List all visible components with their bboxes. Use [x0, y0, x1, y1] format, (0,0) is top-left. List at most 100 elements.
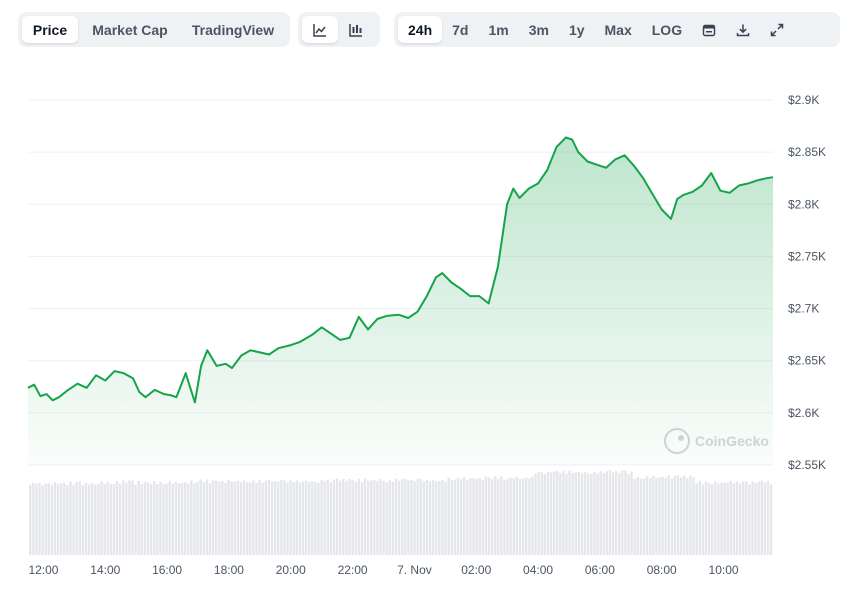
volume-bar	[140, 484, 143, 555]
volume-bar	[500, 476, 503, 555]
volume-bar	[311, 481, 314, 555]
volume-bar	[481, 480, 484, 555]
volume-bar	[97, 483, 100, 555]
volume-bar	[763, 482, 767, 555]
volume-bar	[571, 473, 574, 555]
volume-bar	[385, 482, 388, 555]
volume-bar	[168, 480, 171, 555]
volume-bar	[664, 477, 667, 555]
volume-bar	[242, 480, 246, 555]
volume-bar	[484, 476, 488, 555]
volume-bar	[32, 482, 35, 555]
volume-bar	[509, 478, 512, 555]
x-tick-label: 16:00	[152, 563, 182, 577]
volume-bar	[608, 470, 612, 555]
volume-bar	[574, 472, 577, 555]
volume-bar	[131, 480, 134, 555]
volume-bar	[156, 484, 159, 555]
volume-bar	[497, 479, 500, 555]
volume-bar	[153, 481, 156, 555]
volume-bar	[56, 483, 60, 555]
volume-bar	[261, 482, 264, 555]
volume-bar	[494, 476, 497, 555]
volume-bar	[211, 480, 215, 555]
volume-bar	[450, 479, 453, 555]
volume-bar	[60, 483, 63, 555]
x-tick-label: 14:00	[90, 563, 120, 577]
volume-bar	[354, 481, 357, 555]
volume-bar	[704, 481, 708, 555]
volume-bar	[348, 478, 351, 555]
volume-bar	[38, 482, 41, 555]
volume-bar	[267, 479, 271, 555]
volume-bar	[732, 483, 736, 555]
volume-bar	[264, 480, 267, 555]
volume-bar	[199, 479, 202, 555]
volume-bar	[205, 479, 209, 555]
volume-bar	[487, 477, 491, 555]
y-tick-label: $2.55K	[788, 458, 826, 472]
volume-bar	[720, 482, 723, 555]
volume-bar	[50, 485, 54, 555]
volume-bar	[100, 481, 103, 555]
volume-bar	[559, 473, 562, 555]
volume-bar	[202, 481, 205, 555]
volume-bar	[304, 480, 308, 555]
volume-bar	[456, 478, 460, 555]
volume-bar	[159, 482, 162, 555]
volume-bar	[128, 480, 131, 555]
volume-bar	[655, 478, 658, 555]
watermark-text: CoinGecko	[695, 433, 769, 449]
volume-bar	[94, 484, 97, 555]
volume-bar	[326, 479, 329, 555]
volume-bar	[707, 483, 711, 555]
volume-bar	[745, 481, 748, 555]
volume-bar	[453, 479, 457, 555]
volume-bar	[162, 484, 165, 555]
volume-bar	[577, 472, 581, 555]
y-tick-label: $2.75K	[788, 249, 826, 263]
volume-bar	[441, 480, 444, 555]
volume-bar	[165, 483, 168, 555]
volume-bar	[540, 471, 543, 555]
volume-bar	[41, 485, 44, 555]
volume-bar	[112, 483, 116, 555]
y-tick-label: $2.6K	[788, 406, 819, 420]
volume-bar	[376, 481, 379, 555]
volume-bar	[624, 470, 627, 555]
volume-bar	[593, 471, 596, 555]
volume-bar	[521, 478, 525, 555]
volume-bar	[769, 484, 773, 555]
volume-bar	[236, 480, 240, 555]
volume-bar	[208, 483, 212, 555]
volume-bar	[645, 476, 649, 555]
volume-bar	[246, 481, 249, 555]
volume-bar	[53, 482, 57, 555]
volume-bar	[373, 479, 376, 555]
volume-bar	[618, 473, 621, 555]
volume-bar	[428, 481, 432, 555]
volume-bar	[174, 481, 178, 555]
volume-bar	[692, 477, 695, 555]
volume-bar	[391, 481, 395, 555]
volume-bar	[698, 481, 701, 555]
volume-bar	[84, 483, 88, 555]
x-axis-labels: 12:00 14:00 16:00 18:00 20:00 22:00 7. Nov 02:0…	[28, 563, 738, 577]
volume-bar	[118, 483, 122, 555]
volume-bar	[583, 471, 587, 555]
volume-bar	[342, 479, 345, 555]
volume-bar	[69, 481, 72, 555]
volume-bar	[143, 481, 147, 555]
volume-bar	[528, 478, 531, 555]
volume-bar	[742, 481, 745, 555]
volume-bar	[432, 480, 435, 555]
volume-bar	[413, 481, 416, 555]
volume-bar	[193, 483, 196, 555]
volume-bar	[478, 477, 481, 555]
x-tick-label: 12:00	[28, 563, 58, 577]
volume-bar	[66, 485, 69, 555]
volume-bar	[218, 482, 221, 555]
volume-bar	[335, 478, 339, 555]
volume-bar	[549, 472, 553, 555]
volume-bar	[314, 482, 317, 555]
